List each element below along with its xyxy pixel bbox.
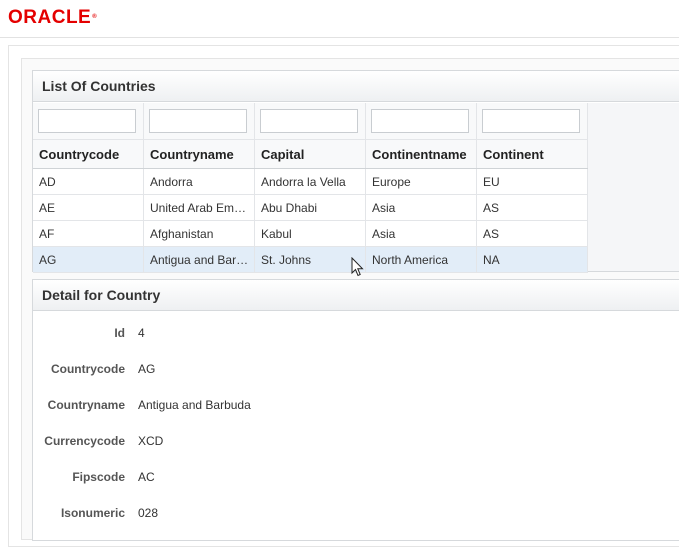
column-header-continent[interactable]: Continent	[476, 139, 588, 169]
table-cell: Asia	[365, 194, 477, 221]
field-value: 4	[138, 326, 145, 340]
table-cell: St. Johns	[254, 246, 366, 273]
table-cell: Antigua and Bar…	[143, 246, 255, 273]
field-value: XCD	[138, 434, 164, 448]
field-value: 028	[138, 506, 159, 520]
table-cell: AS	[476, 194, 588, 221]
detail-panel-title: Detail for Country	[33, 280, 679, 311]
table-cell: United Arab Em…	[143, 194, 255, 221]
field-label: Id	[114, 326, 125, 340]
list-of-countries-panel: List Of Countries Countrycode Countrynam…	[32, 70, 679, 273]
filter-continentname-input[interactable]	[371, 109, 469, 133]
column-header-capital[interactable]: Capital	[254, 139, 366, 169]
table-cell: NA	[476, 246, 588, 273]
mouse-pointer-icon	[351, 257, 364, 277]
table-cell: AG	[33, 246, 144, 273]
filter-capital-input[interactable]	[260, 109, 358, 133]
table-cell: AD	[33, 168, 144, 195]
table-cell: Afghanistan	[143, 220, 255, 247]
field-label: Countrycode	[50, 362, 125, 376]
table-cell: Andorra la Vella	[254, 168, 366, 195]
table-cell: Asia	[365, 220, 477, 247]
table-cell: EU	[476, 168, 588, 195]
countries-table-area: Countrycode Countryname Capital Continen…	[33, 103, 679, 273]
list-panel-title: List Of Countries	[33, 71, 679, 102]
detail-for-country-panel: Detail for Country Id 4 Countrycode AG C…	[32, 279, 679, 541]
field-label: Isonumeric	[60, 506, 125, 520]
table-row[interactable]: AE United Arab Em… Abu Dhabi Asia AS	[33, 194, 588, 221]
filter-row	[33, 103, 588, 140]
column-header-continentname[interactable]: Continentname	[365, 139, 477, 169]
table-cell: Kabul	[254, 220, 366, 247]
filter-countrycode-input[interactable]	[38, 109, 136, 133]
table-row[interactable]: AD Andorra Andorra la Vella Europe EU	[33, 168, 588, 195]
table-cell: Abu Dhabi	[254, 194, 366, 221]
oracle-logo: ORACLE®	[8, 7, 98, 28]
field-label: Fipscode	[72, 470, 125, 484]
table-cell: Andorra	[143, 168, 255, 195]
table-cell: North America	[365, 246, 477, 273]
table-cell: AE	[33, 194, 144, 221]
column-header-countrycode[interactable]: Countrycode	[33, 139, 144, 169]
filter-countryname-input[interactable]	[149, 109, 247, 133]
column-header-countryname[interactable]: Countryname	[143, 139, 255, 169]
table-cell: AF	[33, 220, 144, 247]
field-value: AC	[138, 470, 155, 484]
table-row-selected[interactable]: AG Antigua and Bar… St. Johns North Amer…	[33, 246, 588, 273]
field-label: Countryname	[47, 398, 125, 412]
table-cell: Europe	[365, 168, 477, 195]
field-value: AG	[138, 362, 156, 376]
field-label: Currencycode	[44, 434, 125, 448]
table-row[interactable]: AF Afghanistan Kabul Asia AS	[33, 220, 588, 247]
field-value: Antigua and Barbuda	[138, 398, 251, 412]
table-cell: AS	[476, 220, 588, 247]
filter-continent-input[interactable]	[482, 109, 580, 133]
countries-table: Countrycode Countryname Capital Continen…	[33, 103, 588, 273]
header-row: Countrycode Countryname Capital Continen…	[33, 139, 588, 169]
top-bar: ORACLE®	[0, 0, 679, 38]
